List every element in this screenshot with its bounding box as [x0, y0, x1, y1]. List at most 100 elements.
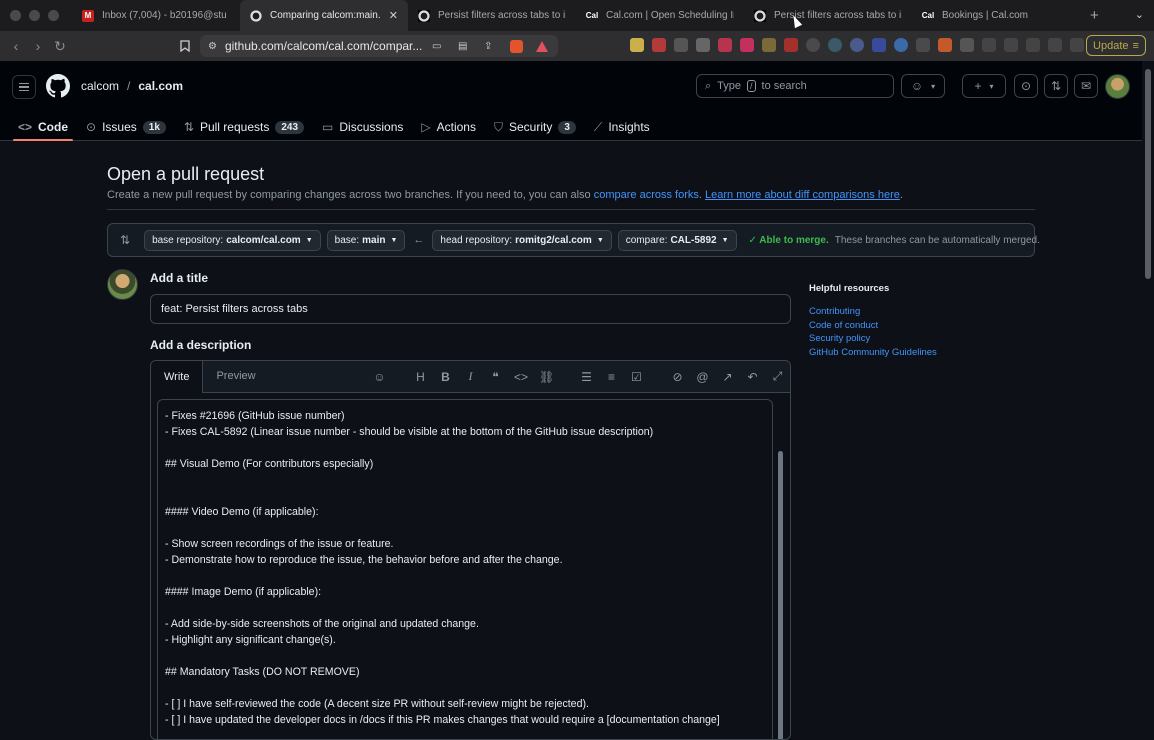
numbered-list-icon[interactable]: ☰	[580, 370, 593, 384]
back-icon[interactable]: ‹	[5, 38, 27, 54]
arrow-left-icon: ←	[413, 234, 425, 246]
brave-rewards-icon[interactable]	[536, 40, 548, 52]
compare-branch-select[interactable]: compare: CAL-5892 ▼	[617, 229, 737, 251]
extension-grid-icon[interactable]	[696, 38, 710, 52]
owner-link[interactable]: calcom	[81, 79, 119, 93]
brave-shield-icon[interactable]	[510, 39, 523, 53]
repo-tab-insights[interactable]: ⟋ Insights	[585, 113, 659, 141]
bulleted-list-icon[interactable]: ≡	[605, 370, 618, 384]
head-repository-select[interactable]: head repository: romitg2/cal.com ▼	[432, 229, 612, 251]
browser-tab[interactable]: Persist filters across tabs to in	[408, 0, 576, 31]
reader-icon[interactable]: ▤	[458, 41, 467, 52]
extension-orange-icon[interactable]	[938, 38, 952, 52]
base-branch-select[interactable]: base: main ▼	[326, 229, 406, 251]
address-bar[interactable]: ⚙ github.com/calcom/cal.com/compar... ▭ …	[200, 35, 558, 57]
extensions-puzzle-icon[interactable]	[982, 38, 996, 52]
inbox-button[interactable]: ✉	[1074, 74, 1098, 98]
bold-icon[interactable]: B	[439, 370, 452, 384]
new-tab-button[interactable]: +	[1090, 7, 1099, 24]
mention-icon[interactable]: @	[696, 370, 709, 384]
cross-reference-icon[interactable]: ↗	[721, 370, 734, 384]
extension-pink-icon[interactable]	[740, 38, 754, 52]
resource-link-code-of-conduct[interactable]: Code of conduct	[809, 320, 989, 332]
tab-preview[interactable]: Preview	[203, 361, 268, 392]
repo-tab-label: Code	[38, 120, 69, 134]
discussions-icon: ▭	[322, 120, 334, 134]
compare-forks-link[interactable]: compare across forks	[594, 189, 699, 201]
extension-shield-icon[interactable]	[718, 38, 732, 52]
base-repository-label: base repository:	[152, 234, 224, 246]
caret-down-icon: ▼	[596, 236, 604, 244]
attach-icon[interactable]: ⊘	[671, 370, 684, 384]
update-button[interactable]: Update ≡	[1086, 35, 1146, 56]
link-icon[interactable]: ⛓	[539, 370, 554, 384]
base-repository-select[interactable]: base repository: calcom/cal.com ▼	[144, 229, 321, 251]
forward-icon[interactable]: ›	[27, 38, 49, 54]
site-settings-icon[interactable]: ⚙	[208, 41, 217, 52]
tab-list-chevron-icon[interactable]: ⌄	[1135, 8, 1144, 21]
github-logo-icon[interactable]	[46, 74, 70, 98]
description-textarea[interactable]: - Fixes #21696 (GitHub issue number) - F…	[157, 399, 773, 739]
close-tab-icon[interactable]: ✕	[389, 9, 398, 22]
wallet-icon[interactable]	[1026, 38, 1040, 52]
extension-red-icon[interactable]	[652, 38, 666, 52]
extension-blue-icon[interactable]	[894, 38, 908, 52]
repo-tab-issues[interactable]: ⊙ Issues 1k	[77, 113, 175, 141]
reload-icon[interactable]: ↻	[49, 38, 71, 55]
repo-tab-discussions[interactable]: ▭ Discussions	[313, 113, 412, 141]
browser-tab[interactable]: Cal Cal.com | Open Scheduling In	[576, 0, 744, 31]
extension-blue-shield-icon[interactable]	[872, 38, 886, 52]
resource-link-community-guidelines[interactable]: GitHub Community Guidelines	[809, 347, 989, 359]
bookmark-icon[interactable]	[174, 39, 196, 55]
extension-circle-icon[interactable]	[806, 38, 820, 52]
italic-icon[interactable]: I	[464, 369, 477, 384]
heading-icon[interactable]: H	[414, 370, 427, 384]
repo-link[interactable]: cal.com	[138, 79, 183, 93]
sidebar-toggle-icon[interactable]	[1004, 38, 1018, 52]
learn-more-link[interactable]: Learn more about diff comparisons here	[705, 189, 900, 201]
browser-tab[interactable]: Persist filters across tabs to in	[744, 0, 912, 31]
repo-tab-security[interactable]: ⛉ Security 3	[485, 113, 585, 141]
extension-globe-icon[interactable]	[828, 38, 842, 52]
url-text[interactable]: github.com/calcom/cal.com/compar...	[225, 39, 422, 53]
vpn-icon[interactable]	[1070, 38, 1084, 52]
leo-ai-icon[interactable]	[1048, 38, 1062, 52]
create-new-button[interactable]: + ▾	[962, 74, 1006, 98]
resource-link-contributing[interactable]: Contributing	[809, 306, 989, 318]
extension-tools-icon[interactable]	[762, 38, 776, 52]
repo-tab-pull-requests[interactable]: ⇅ Pull requests 243	[175, 113, 313, 141]
copilot-button[interactable]: ☺ ▾	[901, 74, 945, 98]
copilot-icon[interactable]: ☺	[373, 370, 386, 384]
tab-write[interactable]: Write	[151, 361, 204, 393]
extension-a-icon[interactable]	[674, 38, 688, 52]
browser-tab[interactable]: Cal Bookings | Cal.com	[912, 0, 1080, 31]
extension-gear-icon[interactable]	[850, 38, 864, 52]
extension-brush-icon[interactable]	[960, 38, 974, 52]
extension-pencil-icon[interactable]	[630, 38, 644, 52]
undo-icon[interactable]: ↶	[746, 370, 759, 384]
cast-icon[interactable]: ▭	[432, 41, 441, 52]
open-menu-button[interactable]	[12, 75, 36, 99]
minimize-window-button[interactable]	[29, 10, 40, 21]
code-icon[interactable]: <>	[514, 370, 528, 384]
repo-tab-code[interactable]: <> Code	[9, 113, 77, 141]
share-icon[interactable]: ⇪	[484, 41, 492, 52]
title-input[interactable]: feat: Persist filters across tabs	[150, 294, 791, 324]
repo-tab-actions[interactable]: ▷ Actions	[412, 113, 485, 141]
browser-tab[interactable]: Comparing calcom:main... ✕	[240, 0, 408, 31]
task-list-icon[interactable]: ☑	[630, 370, 643, 384]
textarea-scrollbar[interactable]	[777, 401, 784, 739]
avatar[interactable]	[1105, 74, 1130, 99]
extension-grey-icon[interactable]	[916, 38, 930, 52]
page-scrollbar[interactable]	[1144, 61, 1152, 720]
browser-tab[interactable]: M Inbox (7,004) - b20196@stu	[72, 0, 240, 31]
zoom-window-button[interactable]	[48, 10, 59, 21]
search-input[interactable]: ⌕ Type / to search	[696, 74, 894, 98]
fullscreen-icon[interactable]: ⤢	[771, 369, 784, 384]
close-window-button[interactable]	[10, 10, 21, 21]
quote-icon[interactable]: ❝	[489, 370, 502, 384]
issues-button[interactable]: ⊙	[1014, 74, 1038, 98]
extension-m-icon[interactable]	[784, 38, 798, 52]
resource-link-security-policy[interactable]: Security policy	[809, 333, 989, 345]
pull-requests-button[interactable]: ⇅	[1044, 74, 1068, 98]
